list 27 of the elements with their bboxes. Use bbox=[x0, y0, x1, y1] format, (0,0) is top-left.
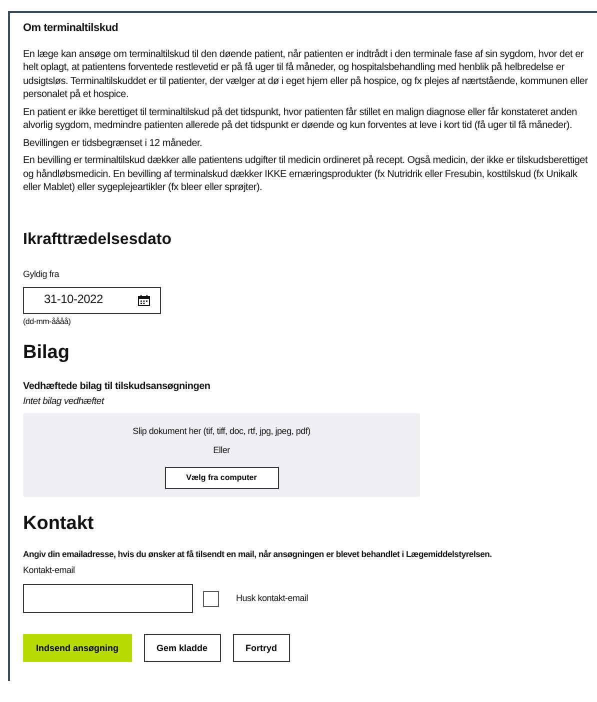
format-hint: (dd-mm-åååå) bbox=[23, 316, 72, 328]
info-paragraph: En bevilling er terminaltilskud dækker alle patientens udgifter til medicin ordineret på recept. Også medicin, der ikke er tilskudsberettiget og håndløbsmedicin. En bevilling af terminalskud dækker IKKE ernæringsprodukter (fx Nutridrik eller Fresubin, kosttilskud (fx Unikalk eller Mablet) eller sygeplejeartikler (fx bleer eller sprøjter). bbox=[23, 154, 588, 194]
drop-zone[interactable]: Slip dokument her (tif, tiff, doc, rtf, jpg, jpeg, pdf) Eller Vælg fra computer bbox=[23, 412, 420, 496]
section-heading: Ikrafttrædelsesdato bbox=[23, 232, 172, 246]
field-label: Gyldig fra bbox=[23, 268, 60, 281]
action-button[interactable]: Gem kladde bbox=[144, 634, 221, 662]
remember-checkbox[interactable] bbox=[203, 590, 219, 606]
or-text: Eller bbox=[213, 444, 230, 457]
date-field[interactable]: 31-10-2022 bbox=[23, 286, 161, 314]
calendar-icon[interactable] bbox=[138, 294, 150, 306]
attachment-status: Intet bilag vedhæftet bbox=[23, 395, 106, 408]
info-paragraph: En patient er ikke berettiget til terminaltilskud på det tidspunkt, hvor patienten får stillet en malign diagnose eller får konstateret anden alvorlig sygdom, medmindre patienten allerede på det tidspunkt er døende og kun forventes at leve i kort tid (få uger til få måneder). bbox=[23, 106, 578, 132]
drop-text: Slip dokument her (tif, tiff, doc, rtf, jpg, jpeg, pdf) bbox=[132, 424, 310, 438]
info-paragraph: En læge kan ansøge om terminaltilskud til den døende patient, når patienten er indtrådt i den terminale fase af sin sygdom, hvor det er helt oplagt, at patientens forventede restlevetid er på få uger til få måneder, og hospitalsbehandling med henblik på helbredelse er udsigtsløs. Terminaltilskuddet er til patienter, der vælger at dø i eget hjem eller på hospice, og fx plejes af nærtstående, kommunen eller personalet på et hospice. bbox=[23, 48, 588, 102]
choose-file-button[interactable]: Vælg fra computer bbox=[164, 466, 278, 488]
instruction-text: Angiv din emailadresse, hvis du ønsker at få tilsendt en mail, når ansøgningen er blevet behandlet i Lægemiddelstyrelsen. bbox=[23, 548, 493, 561]
action-button[interactable]: Fortryd bbox=[232, 634, 290, 662]
email-field[interactable] bbox=[23, 584, 193, 613]
section-heading: Kontakt bbox=[23, 516, 95, 530]
section-heading: Bilag bbox=[23, 346, 70, 360]
checkbox-label: Husk kontakt-email bbox=[236, 592, 308, 605]
section-title: Om terminaltilskud bbox=[23, 22, 120, 36]
submit-button[interactable]: Indsend ansøgning bbox=[23, 634, 132, 662]
date-value: 31-10-2022 bbox=[44, 293, 103, 307]
subheading: Vedhæftede bilag til tilskudsansøgningen bbox=[23, 380, 212, 393]
field-label: Kontakt-email bbox=[23, 564, 76, 576]
info-paragraph: Bevillingen er tidsbegrænset i 12 måneder. bbox=[23, 136, 204, 150]
